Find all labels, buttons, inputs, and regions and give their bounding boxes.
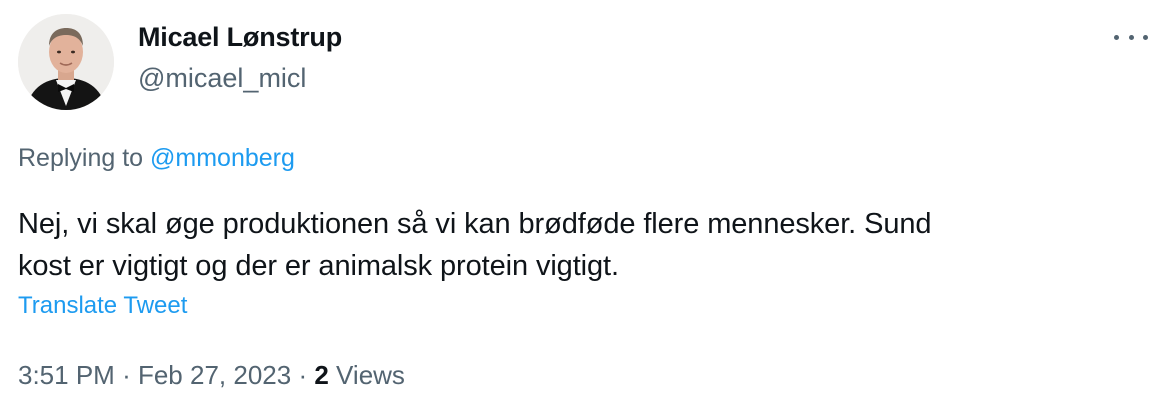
tweet-date[interactable]: Feb 27, 2023 (138, 360, 291, 390)
reply-mention-link[interactable]: @mmonberg (150, 144, 295, 172)
views-count: 2 (314, 360, 329, 390)
replying-prefix: Replying to (18, 144, 144, 172)
more-dots-icon[interactable] (1114, 30, 1148, 44)
dot (1128, 34, 1134, 40)
views-label: Views (336, 360, 405, 390)
author-handle[interactable]: @micael_micl (138, 63, 306, 94)
author-display-name[interactable]: Micael Lønstrup (138, 22, 342, 53)
meta-separator: · (298, 360, 308, 390)
tweet-text-line: kost er vigtigt og der er animalsk prote… (18, 250, 619, 282)
meta-separator: · (122, 360, 131, 390)
tweet-time[interactable]: 3:51 PM (18, 360, 115, 390)
avatar-image (18, 14, 114, 110)
tweet-text-line: Nej, vi skal øge produktionen så vi kan … (18, 208, 932, 240)
translate-tweet-link[interactable]: Translate Tweet (18, 292, 187, 320)
dot (1114, 34, 1119, 40)
tweet-card: Micael Lønstrup @micael_micl Replying to… (0, 0, 1164, 420)
dot (1143, 34, 1148, 40)
avatar[interactable] (18, 14, 114, 110)
replying-to-line: Replying to @mmonberg (18, 144, 295, 173)
tweet-meta: 3:51 PM · Feb 27, 2023 · 2 Views (18, 360, 405, 391)
tweet-text: Nej, vi skal øge produktionen så vi kan … (18, 203, 1138, 287)
